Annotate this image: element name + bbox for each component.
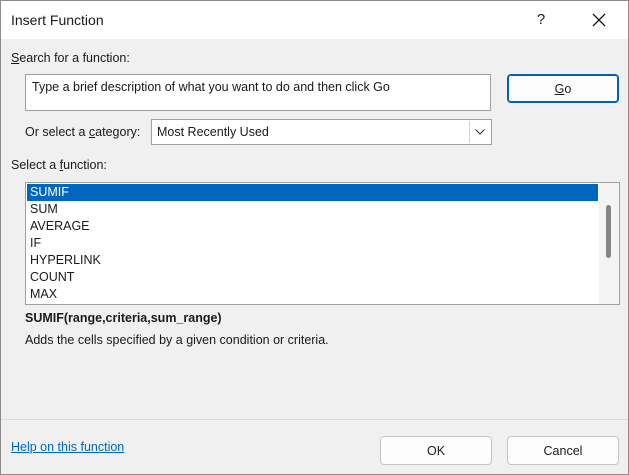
function-item-if[interactable]: IF — [27, 235, 598, 252]
category-label-prefix: Or select a — [25, 125, 89, 139]
cancel-button[interactable]: Cancel — [507, 436, 619, 465]
go-hotkey: G — [554, 82, 565, 96]
search-label: Search for a function: — [11, 51, 130, 65]
category-selected-value: Most Recently Used — [157, 125, 269, 139]
function-item-count[interactable]: COUNT — [27, 269, 598, 286]
function-syntax: SUMIF(range,criteria,sum_range) — [25, 311, 222, 325]
search-label-rest: earch for a function: — [19, 51, 130, 65]
chevron-down-icon — [475, 129, 485, 135]
window-title: Insert Function — [11, 12, 104, 28]
help-button[interactable]: ? — [521, 6, 561, 34]
function-item-sum[interactable]: SUM — [27, 201, 598, 218]
function-list-label: Select a function: — [11, 158, 107, 172]
search-input[interactable] — [25, 74, 491, 111]
function-label-prefix: Select a — [11, 158, 60, 172]
go-button[interactable]: Go — [507, 74, 619, 103]
scrollbar-thumb[interactable] — [606, 205, 611, 258]
category-dropdown-button[interactable] — [469, 121, 490, 143]
go-label-rest: o — [564, 82, 572, 96]
close-icon — [592, 13, 606, 27]
category-label-rest: ategory: — [95, 125, 141, 139]
title-bar: Insert Function ? — [1, 1, 628, 39]
insert-function-dialog: Insert Function ? Search for a function:… — [0, 0, 629, 475]
function-item-hyperlink[interactable]: HYPERLINK — [27, 252, 598, 269]
function-item-average[interactable]: AVERAGE — [27, 218, 598, 235]
close-button[interactable] — [579, 6, 619, 34]
function-list-scrollbar[interactable] — [599, 183, 619, 304]
ok-button[interactable]: OK — [380, 436, 492, 465]
category-select[interactable]: Most Recently Used — [151, 119, 492, 145]
function-description: Adds the cells specified by a given cond… — [25, 333, 329, 347]
help-on-function-link[interactable]: Help on this function — [11, 440, 124, 454]
footer-divider — [1, 419, 628, 420]
function-list[interactable]: SUMIF SUM AVERAGE IF HYPERLINK COUNT MAX — [25, 182, 620, 305]
category-label: Or select a category: — [25, 125, 140, 139]
function-item-sumif[interactable]: SUMIF — [27, 184, 598, 201]
function-label-rest: unction: — [63, 158, 107, 172]
function-item-max[interactable]: MAX — [27, 286, 598, 303]
